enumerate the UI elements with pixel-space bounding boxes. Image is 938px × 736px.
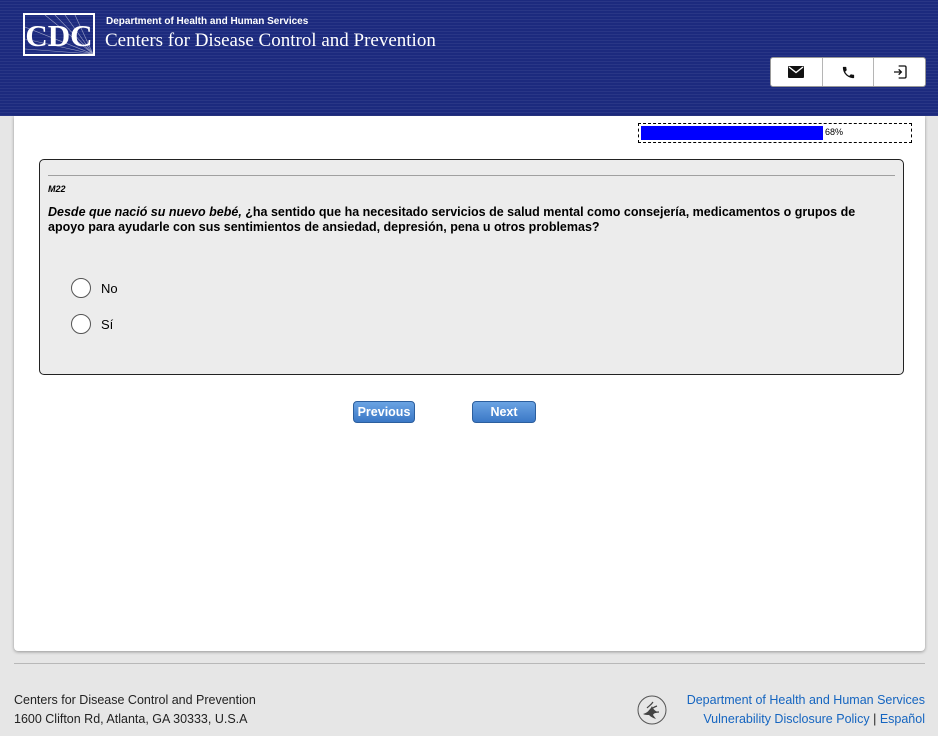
exit-button[interactable]	[874, 58, 925, 86]
next-button[interactable]: Next	[472, 401, 536, 423]
radio-no[interactable]	[71, 278, 91, 298]
previous-button[interactable]: Previous	[353, 401, 415, 423]
footer-links: Department of Health and Human Services …	[687, 691, 925, 729]
option-no-label: No	[101, 280, 118, 296]
exit-icon	[893, 65, 907, 79]
question-text-italic: Desde que nació su nuevo bebé,	[48, 205, 242, 219]
footer-org-name: Centers for Disease Control and Preventi…	[14, 693, 256, 707]
option-no[interactable]: No	[71, 278, 118, 298]
phone-icon	[842, 66, 854, 78]
survey-card: 68% M22 Desde que nació su nuevo bebé, ¿…	[14, 116, 925, 651]
envelope-icon	[788, 66, 805, 78]
cdc-logo[interactable]: CDC	[23, 13, 95, 56]
espanol-link[interactable]: Español	[880, 712, 925, 726]
question-text: Desde que nació su nuevo bebé, ¿ha senti…	[48, 205, 888, 235]
progress-bar: 68%	[638, 123, 912, 143]
header-button-group	[770, 57, 926, 87]
radio-si[interactable]	[71, 314, 91, 334]
vulnerability-policy-link[interactable]: Vulnerability Disclosure Policy	[703, 712, 869, 726]
email-button[interactable]	[771, 58, 823, 86]
progress-fill	[641, 126, 823, 140]
hhs-eagle-icon	[637, 695, 667, 725]
site-header: CDC Department of Health and Human Servi…	[0, 0, 938, 116]
agency-name: Centers for Disease Control and Preventi…	[105, 30, 436, 51]
option-si[interactable]: Sí	[71, 314, 113, 334]
footer-address-block: Centers for Disease Control and Preventi…	[14, 691, 256, 729]
question-id: M22	[48, 184, 66, 194]
phone-button[interactable]	[823, 58, 875, 86]
hhs-link[interactable]: Department of Health and Human Services	[687, 693, 925, 707]
cdc-logo-text: CDC	[25, 18, 92, 53]
hhs-eagle-logo	[636, 694, 668, 731]
question-panel: M22 Desde que nació su nuevo bebé, ¿ha s…	[39, 159, 904, 375]
footer-link-separator: |	[873, 712, 877, 726]
option-si-label: Sí	[101, 316, 114, 332]
department-name: Department of Health and Human Services	[106, 16, 309, 27]
question-divider	[48, 175, 895, 176]
footer-address: 1600 Clifton Rd, Atlanta, GA 30333, U.S.…	[14, 712, 248, 726]
progress-label: 68%	[825, 127, 844, 137]
footer-divider	[14, 663, 925, 664]
